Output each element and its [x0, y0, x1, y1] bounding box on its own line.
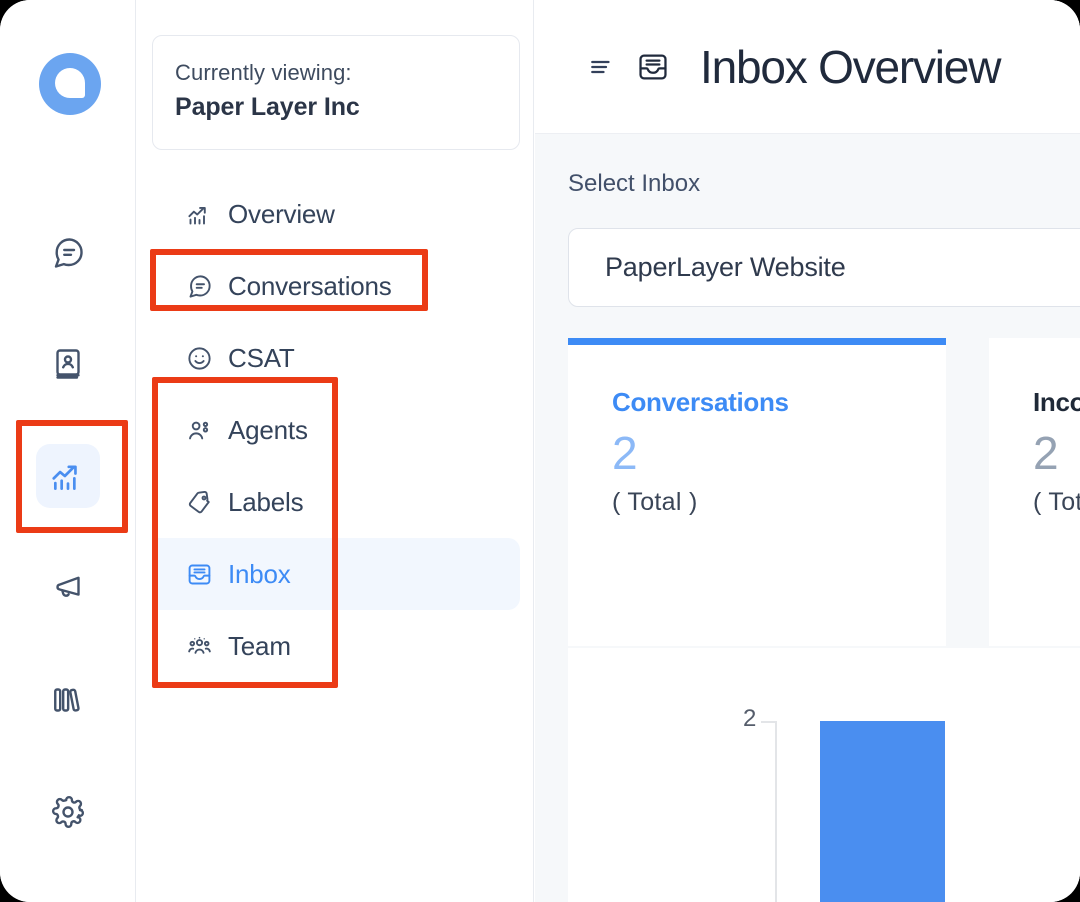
- chat-bubble-icon: [186, 273, 213, 300]
- chatwoot-logo-icon[interactable]: [39, 53, 101, 115]
- trend-chart-icon: [186, 201, 213, 228]
- rail-item-campaigns[interactable]: [36, 556, 100, 620]
- sidebar-item-label: Conversations: [228, 270, 392, 301]
- sidebar-item-label: Inbox: [228, 558, 291, 589]
- bar-chart: 2: [743, 705, 1080, 902]
- inbox-icon: [186, 561, 213, 588]
- chat-bubble-icon: [50, 235, 86, 271]
- inbox-icon: [636, 50, 670, 84]
- metric-subtitle: ( Total ): [1033, 488, 1080, 516]
- app-window: Currently viewing: Paper Layer Inc Overv…: [0, 0, 1080, 902]
- metric-card-incoming-messages[interactable]: Incoming Messages 2 ( Total ): [989, 338, 1080, 646]
- report-nav-list: Overview Conversations CSAT Agents Label…: [137, 178, 534, 682]
- rail-item-portal[interactable]: [36, 668, 100, 732]
- hamburger-menu-icon[interactable]: [586, 52, 616, 82]
- gear-icon: [50, 794, 86, 830]
- rail-item-settings[interactable]: [36, 780, 100, 844]
- sidebar-item-conversations[interactable]: Conversations: [152, 250, 520, 322]
- contact-book-icon: [50, 346, 86, 382]
- people-icon: [186, 417, 213, 444]
- primary-icon-rail: [0, 0, 136, 902]
- sidebar-item-label: Team: [228, 630, 291, 661]
- sidebar-item-label: CSAT: [228, 342, 295, 373]
- metric-subtitle: ( Total ): [612, 488, 698, 516]
- rail-item-contacts[interactable]: [36, 332, 100, 396]
- sidebar-item-inbox[interactable]: Inbox: [152, 538, 520, 610]
- tag-icon: [186, 489, 213, 516]
- sidebar-item-csat[interactable]: CSAT: [152, 322, 520, 394]
- metric-card-conversations[interactable]: Conversations 2 ( Total ): [568, 338, 946, 646]
- metric-value: 2: [612, 427, 638, 479]
- smiley-icon: [186, 345, 213, 372]
- metric-value: 2: [1033, 427, 1059, 479]
- sidebar-item-label: Agents: [228, 414, 308, 445]
- select-inbox-value: PaperLayer Website: [605, 252, 846, 282]
- sidebar-item-label: Overview: [228, 198, 335, 229]
- y-axis-tick-label: 2: [743, 705, 757, 732]
- books-icon: [50, 682, 86, 718]
- sidebar-item-label: Labels: [228, 486, 304, 517]
- megaphone-icon: [50, 570, 86, 606]
- team-icon: [186, 633, 213, 660]
- rail-item-conversations[interactable]: [36, 221, 100, 285]
- page-header: Inbox Overview: [535, 0, 1080, 134]
- analytics-trend-icon: [49, 457, 87, 495]
- select-inbox-label: Select Inbox: [568, 170, 701, 197]
- currently-viewing-card[interactable]: Currently viewing: Paper Layer Inc: [152, 35, 520, 150]
- main-content: Inbox Overview Select Inbox PaperLayer W…: [535, 0, 1080, 902]
- y-axis-line: [775, 721, 777, 902]
- currently-viewing-label: Currently viewing:: [175, 60, 352, 85]
- sidebar-item-overview[interactable]: Overview: [152, 178, 520, 250]
- secondary-sidebar: Currently viewing: Paper Layer Inc Overv…: [137, 0, 534, 902]
- metric-cards-row: Conversations 2 ( Total ) Incoming Messa…: [568, 338, 1080, 646]
- select-inbox-dropdown[interactable]: PaperLayer Website: [568, 228, 1080, 307]
- bar-conversations[interactable]: [820, 721, 945, 902]
- sidebar-item-labels[interactable]: Labels: [152, 466, 520, 538]
- report-chart-panel: 2: [568, 648, 1080, 902]
- metric-title: Incoming Messages: [1033, 387, 1080, 417]
- rail-item-reports[interactable]: [36, 444, 100, 508]
- metric-title: Conversations: [612, 387, 789, 417]
- page-title: Inbox Overview: [700, 40, 1001, 93]
- currently-viewing-account: Paper Layer Inc: [175, 93, 360, 121]
- sidebar-item-team[interactable]: Team: [152, 610, 520, 682]
- sidebar-item-agents[interactable]: Agents: [152, 394, 520, 466]
